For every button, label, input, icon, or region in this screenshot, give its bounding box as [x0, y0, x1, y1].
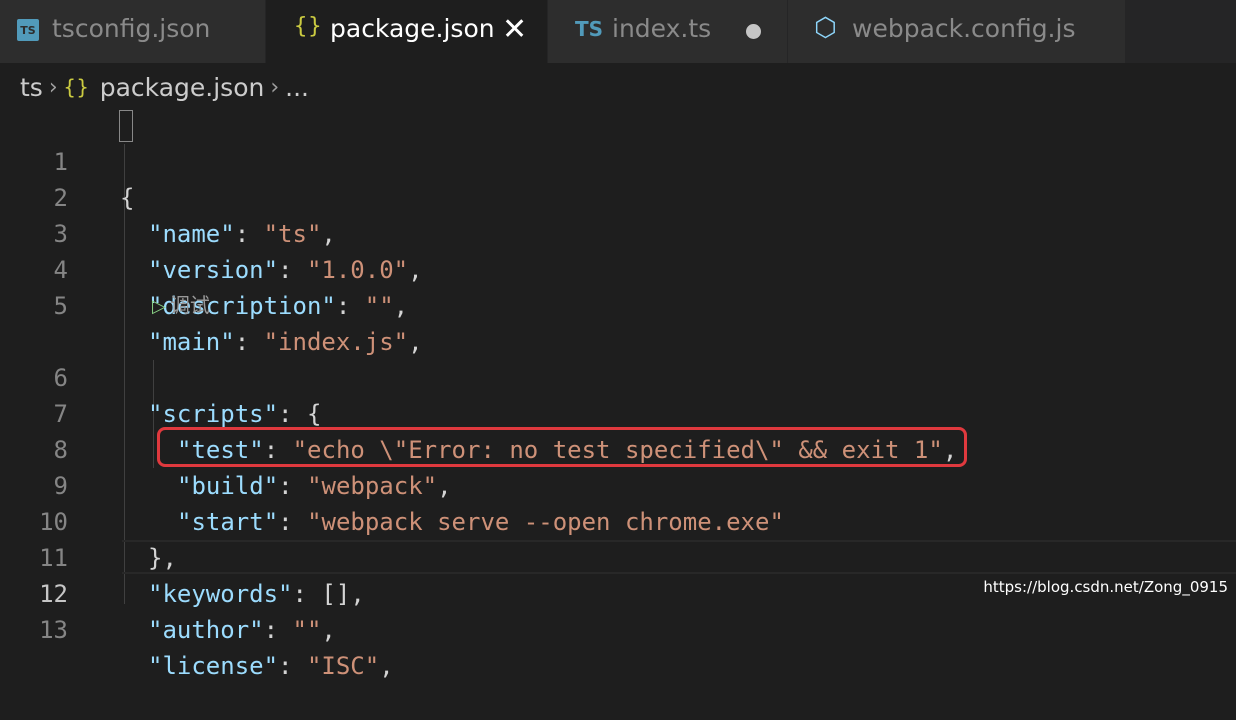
tab-package-json[interactable]: {} package.json ✕ [266, 0, 548, 63]
json-value: "" [364, 292, 394, 320]
unsaved-dot-icon[interactable] [746, 24, 761, 39]
code-line[interactable]: 4 "description": "", [0, 216, 1236, 320]
tab-label: webpack.config.js [852, 14, 1076, 43]
code-line[interactable]: 1 { [0, 108, 1236, 212]
debug-codelens[interactable]: ▷ 调试 [152, 289, 210, 318]
code-line[interactable]: 6 "scripts": { [0, 324, 1236, 428]
breadcrumb-more[interactable]: ... [285, 73, 309, 102]
code-line[interactable]: 2 "name": "ts", [0, 144, 1236, 248]
code-line[interactable]: 5 "main": "index.js", [0, 252, 1236, 356]
code-line[interactable]: 7 "test": "echo \"Error: no test specifi… [0, 360, 1236, 464]
code-line[interactable]: 10 }, [0, 468, 1236, 572]
typescript-file-icon: TS [575, 17, 604, 41]
breadcrumb-folder[interactable]: ts [20, 73, 43, 102]
chevron-right-icon: › [48, 74, 58, 100]
watermark: https://blog.csdn.net/Zong_0915 [983, 578, 1228, 596]
json-value: "ISC" [306, 652, 380, 680]
json-key: "author" [148, 616, 264, 644]
breadcrumb: ts › {} package.json › ... [0, 63, 1236, 111]
tab-webpack-config[interactable]: ⬡ webpack.config.js [788, 0, 1126, 63]
json-braces-icon: {} [63, 75, 90, 99]
tab-label: index.ts [612, 14, 712, 43]
json-value: "" [292, 616, 322, 644]
tab-index-ts[interactable]: TS index.ts [548, 0, 788, 63]
codelens-label: 调试 [169, 293, 210, 317]
webpack-cube-icon: ⬡ [814, 13, 837, 43]
typescript-config-icon: TS [17, 19, 39, 41]
tab-label: tsconfig.json [52, 14, 211, 43]
line-number: 5 [53, 292, 68, 320]
breadcrumb-file[interactable]: package.json [100, 73, 265, 102]
code-line[interactable]: 11 "keywords": [], [0, 504, 1236, 608]
code-editor[interactable]: 1 { 2 "name": "ts", 3 "version": "1.0.0"… [0, 108, 1236, 680]
tab-label: package.json [330, 14, 495, 43]
play-icon: ▷ [152, 296, 166, 317]
close-icon[interactable]: ✕ [502, 15, 527, 45]
tab-tsconfig[interactable]: TS tsconfig.json [0, 0, 266, 63]
line-number: 13 [39, 616, 68, 644]
annotation-highlight-box [157, 427, 967, 467]
code-line[interactable]: 3 "version": "1.0.0", [0, 180, 1236, 284]
tab-bar: TS tsconfig.json {} package.json ✕ TS in… [0, 0, 1236, 63]
json-braces-icon: {} [294, 14, 323, 39]
code-line[interactable]: 12 "author": "", [0, 540, 1236, 644]
json-key: "license" [148, 652, 279, 680]
chevron-right-icon: › [270, 74, 280, 100]
